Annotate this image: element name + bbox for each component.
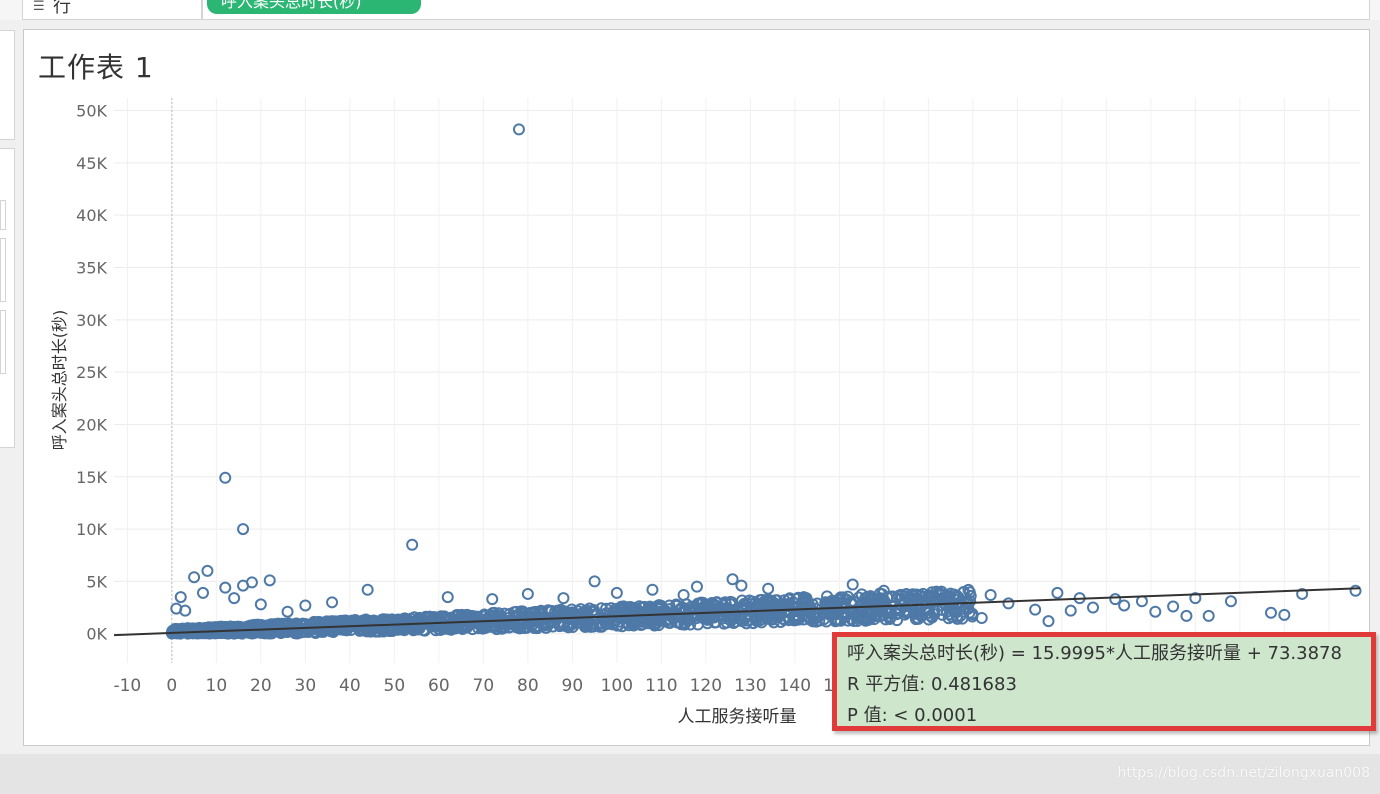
- x-tick-label: 30: [295, 676, 317, 696]
- data-point: [1042, 615, 1055, 628]
- data-point: [1002, 597, 1015, 610]
- x-tick-label: 70: [473, 676, 495, 696]
- data-point: [557, 592, 570, 605]
- data-point: [228, 592, 241, 605]
- data-point: [1224, 595, 1237, 608]
- data-point: [646, 583, 659, 596]
- data-point: [1051, 586, 1064, 599]
- y-tick-label: 40K: [76, 206, 107, 225]
- data-point: [441, 591, 454, 604]
- y-tick-label: 5K: [86, 572, 107, 591]
- y-tick-label: 15K: [76, 468, 107, 487]
- tooltip-equation: 呼入案头总时长(秒) = 15.9995*人工服务接听量 + 73.3878: [847, 643, 1342, 664]
- data-point: [1087, 601, 1099, 614]
- x-tick-label: 120: [690, 676, 722, 696]
- y-tick-label: 50K: [76, 102, 107, 121]
- y-tick-label: 30K: [76, 311, 107, 330]
- data-point: [188, 571, 201, 584]
- x-tick-label: 130: [734, 676, 766, 696]
- data-point: [1202, 609, 1215, 622]
- x-tick-label: 0: [166, 676, 177, 696]
- x-tick-label: 40: [339, 676, 361, 696]
- data-point: [201, 564, 214, 577]
- y-tick-label: 45K: [76, 154, 107, 173]
- data-point: [197, 586, 209, 599]
- x-tick-label: 140: [779, 676, 811, 696]
- data-point: [735, 579, 748, 592]
- data-point: [361, 583, 374, 596]
- data-point: [1029, 603, 1042, 616]
- x-tick-label: 110: [645, 676, 677, 696]
- y-tick-label: 10K: [76, 520, 107, 539]
- x-axis: -100102030405060708090100110120130140150: [113, 676, 855, 696]
- data-point: [1149, 605, 1162, 618]
- data-point: [975, 612, 988, 625]
- x-tick-label: -10: [113, 676, 141, 696]
- data-point: [263, 574, 276, 587]
- x-tick-label: 50: [384, 676, 406, 696]
- x-tick-label: 60: [428, 676, 450, 696]
- data-point: [1135, 595, 1148, 608]
- data-point: [1064, 604, 1077, 617]
- data-point: [237, 579, 250, 592]
- x-tick-label: 100: [601, 676, 633, 696]
- y-tick-label: 0K: [86, 625, 107, 644]
- data-point: [1265, 606, 1277, 619]
- y-tick-label: 35K: [76, 259, 107, 278]
- x-tick-label: 90: [562, 676, 584, 696]
- tooltip-r-squared: R 平方值: 0.481683: [847, 674, 1017, 695]
- data-point: [281, 605, 294, 618]
- data-point: [762, 582, 775, 595]
- y-tick-label: 20K: [76, 415, 107, 434]
- x-axis-label: 人工服务接听量: [678, 707, 797, 727]
- x-tick-label: 20: [250, 676, 272, 696]
- data-point: [1109, 593, 1122, 606]
- data-point: [1180, 609, 1193, 622]
- trend-line-tooltip: 呼入案头总时长(秒) = 15.9995*人工服务接听量 + 73.3878 R…: [832, 632, 1376, 731]
- data-point: [726, 573, 739, 586]
- data-point: [174, 591, 187, 604]
- data-point: [486, 593, 499, 606]
- tooltip-p-value: P 值: < 0.0001: [847, 705, 978, 726]
- x-tick-label: 80: [517, 676, 539, 696]
- y-axis: 0K 5K 10K 15K 20K 25K 30K 35K 40K 45K 50K: [76, 102, 107, 644]
- data-point: [219, 471, 232, 484]
- data-point: [1167, 600, 1180, 613]
- data-point: [512, 123, 525, 136]
- watermark-text: https://blog.csdn.net/zilongxuan008: [1117, 765, 1370, 781]
- x-tick-label: 10: [206, 676, 228, 696]
- data-point: [1118, 599, 1131, 612]
- data-point: [406, 538, 419, 551]
- data-point: [219, 581, 232, 594]
- y-tick-label: 25K: [76, 363, 107, 382]
- data-point: [326, 596, 339, 609]
- y-axis-label: 呼入案头总时长(秒): [50, 310, 69, 451]
- data-point: [677, 588, 690, 601]
- data-point: [984, 588, 997, 601]
- data-point: [690, 580, 703, 593]
